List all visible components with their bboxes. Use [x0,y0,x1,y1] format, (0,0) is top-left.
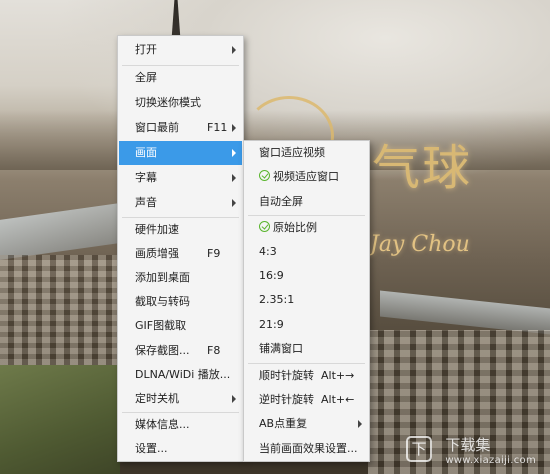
menu-item-label: 2.35:1 [259,293,295,306]
menu-item-label: 切换迷你模式 [135,96,201,109]
menu-item-mini-mode[interactable]: 切换迷你模式 [119,91,242,115]
menu-item-label: 添加到桌面 [135,271,190,284]
submenu-item-ratio-2-35-1[interactable]: 2.35:1 [245,288,368,312]
menu-item-fullscreen[interactable]: 全屏 [119,66,242,90]
picture-submenu: 窗口适应视频 视频适应窗口 自动全屏 原始比例 4:3 16:9 2.35:1 … [243,140,370,462]
submenu-item-ab-repeat[interactable]: AB点重复 [245,412,368,436]
menu-item-open[interactable]: 打开 [119,38,242,62]
watermark-logo-icon: 下 [406,436,432,462]
watermark: 下载集 www.xiazaiji.com [445,434,536,466]
shortcut-label: F8 [207,344,221,357]
menu-item-label: 当前画面效果设置... [259,442,358,455]
shortcut-label: F9 [207,247,221,260]
shortcut-label: Alt+← [321,393,355,406]
menu-item-label: 设置... [135,442,168,455]
video-title-sub: Jay Chou [370,232,470,257]
menu-item-label: 字幕 [135,171,157,184]
menu-item-label: GIF图截取 [135,319,187,332]
menu-item-label: 自动全屏 [259,195,303,208]
shortcut-label: Alt+→ [321,369,355,382]
submenu-item-video-fit-window[interactable]: 视频适应窗口 [245,165,368,189]
menu-item-always-on-top[interactable]: 窗口最前 F11 [119,116,242,140]
shortcut-label: F11 [207,121,228,134]
submenu-item-window-fit-video[interactable]: 窗口适应视频 [245,141,368,165]
submenu-arrow-icon [358,420,362,428]
menu-item-label: 窗口最前 [135,121,179,134]
menu-item-audio[interactable]: 声音 [119,191,242,215]
menu-item-label: 硬件加速 [135,223,179,236]
menu-item-label: 声音 [135,196,157,209]
menu-item-add-to-desktop[interactable]: 添加到桌面 [119,266,242,290]
menu-item-label: 保存截图... [135,344,190,357]
submenu-item-fill-window[interactable]: 铺满窗口 [245,337,368,361]
menu-item-media-info[interactable]: 媒体信息... [119,413,242,437]
menu-item-capture-transcode[interactable]: 截取与转码 [119,290,242,314]
menu-item-hw-acceleration[interactable]: 硬件加速 [119,218,242,242]
menu-item-label: 定时关机 [135,392,179,405]
river-right [380,290,550,336]
submenu-item-effect-settings[interactable]: 当前画面效果设置... [245,437,368,461]
menu-item-label: AB点重复 [259,417,308,430]
menu-item-label: 画质增强 [135,247,179,260]
submenu-item-rotate-clockwise[interactable]: 顺时针旋转 Alt+→ [245,364,368,388]
city-blocks-left [0,255,120,365]
submenu-arrow-icon [232,395,236,403]
menu-item-label: 全屏 [135,71,157,84]
submenu-item-original-ratio[interactable]: 原始比例 [245,216,368,240]
menu-item-label: 原始比例 [273,221,317,234]
menu-item-label: 媒体信息... [135,418,190,431]
submenu-arrow-icon [232,174,236,182]
menu-item-picture[interactable]: 画面 [119,141,242,165]
video-title-art: 气球 [372,140,473,196]
menu-item-label: 16:9 [259,269,284,282]
menu-item-label: 窗口适应视频 [259,146,325,159]
check-icon [259,170,270,181]
menu-item-label: 截取与转码 [135,295,190,308]
submenu-item-ratio-16-9[interactable]: 16:9 [245,264,368,288]
submenu-arrow-icon [232,46,236,54]
menu-item-quality-enhance[interactable]: 画质增强 F9 [119,242,242,266]
menu-item-label: 21:9 [259,318,284,331]
submenu-arrow-icon [232,199,236,207]
submenu-item-ratio-4-3[interactable]: 4:3 [245,240,368,264]
menu-item-subtitles[interactable]: 字幕 [119,166,242,190]
menu-item-settings[interactable]: 设置... [119,437,242,461]
menu-item-label: 逆时针旋转 [259,393,314,406]
submenu-arrow-icon [232,124,236,132]
watermark-text: 下载集 [445,436,491,454]
park-area [0,365,120,474]
menu-item-label: 打开 [135,43,157,56]
menu-item-label: 4:3 [259,245,277,258]
submenu-item-auto-fullscreen[interactable]: 自动全屏 [245,190,368,214]
watermark-url: www.xiazaiji.com [445,455,536,466]
menu-item-dlna-widi[interactable]: DLNA/WiDi 播放... [119,363,242,387]
menu-item-label: 铺满窗口 [259,342,303,355]
context-menu: 打开 全屏 切换迷你模式 窗口最前 F11 画面 字幕 声音 硬件加速 画质增强… [117,35,244,462]
menu-item-save-screenshot[interactable]: 保存截图... F8 [119,339,242,363]
submenu-item-ratio-21-9[interactable]: 21:9 [245,313,368,337]
menu-item-label: 视频适应窗口 [273,170,339,183]
submenu-arrow-icon [232,149,236,157]
check-icon [259,221,270,232]
menu-item-gif-capture[interactable]: GIF图截取 [119,314,242,338]
submenu-item-rotate-counterclockwise[interactable]: 逆时针旋转 Alt+← [245,388,368,412]
menu-item-timed-shutdown[interactable]: 定时关机 [119,387,242,411]
menu-item-label: 画面 [135,146,157,159]
menu-item-label: 顺时针旋转 [259,369,314,382]
menu-item-label: DLNA/WiDi 播放... [135,368,231,381]
